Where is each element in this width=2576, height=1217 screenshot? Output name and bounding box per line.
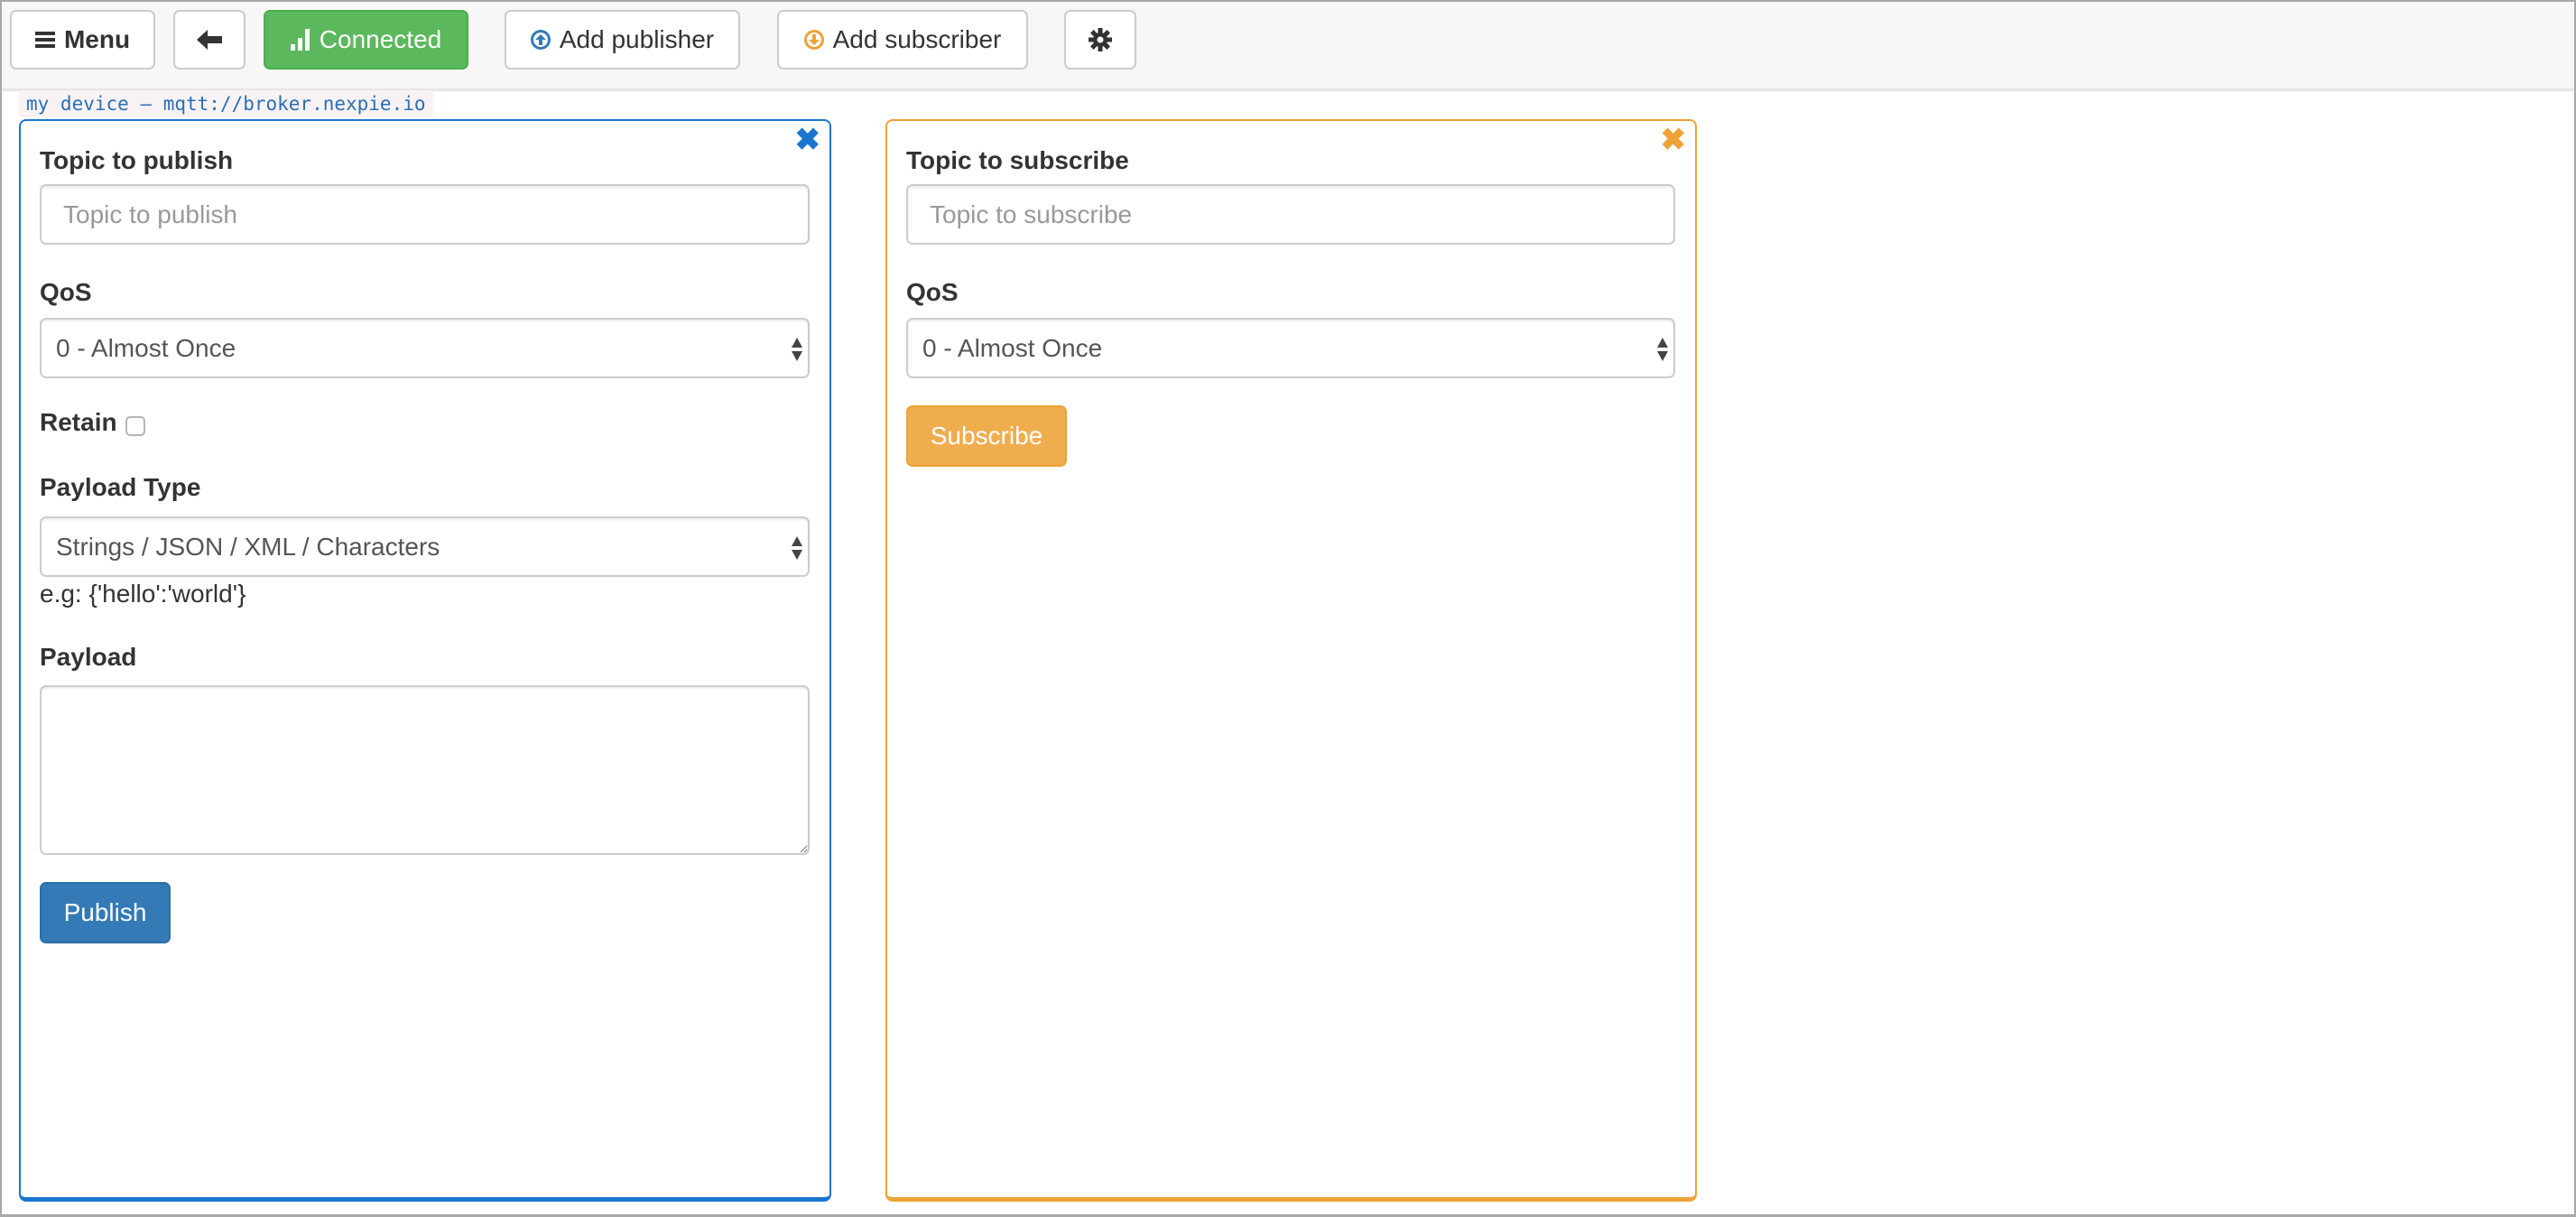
- publish-topic-input[interactable]: [40, 184, 810, 245]
- payload-label: Payload: [40, 643, 137, 671]
- subscribe-qos-label: QoS: [906, 278, 959, 306]
- circle-arrow-down-icon: [803, 30, 824, 50]
- publish-button[interactable]: Publish: [40, 882, 171, 943]
- select-arrows-icon: [792, 536, 802, 560]
- menu-button-label: Menu: [63, 25, 131, 53]
- publish-qos-select[interactable]: 0 - Almost Once: [40, 318, 810, 378]
- publish-qos-value: 0 - Almost Once: [56, 334, 236, 362]
- menu-button[interactable]: Menu: [10, 10, 155, 70]
- retain-label: Retain: [40, 408, 117, 436]
- subscribe-qos-value: 0 - Almost Once: [922, 334, 1103, 362]
- arrow-left-icon: [197, 30, 222, 50]
- back-button[interactable]: [173, 10, 246, 70]
- subscriber-panel: ✖ Topic to subscribe QoS 0 - Almost Once…: [885, 119, 1697, 1202]
- close-icon[interactable]: ✖: [1661, 125, 1687, 155]
- publish-qos-label: QoS: [40, 278, 92, 306]
- close-icon[interactable]: ✖: [795, 125, 821, 155]
- hamburger-icon: [34, 32, 55, 48]
- payload-hint: e.g: {'hello':'world'}: [40, 580, 246, 608]
- connection-status-button[interactable]: Connected: [264, 10, 468, 70]
- publisher-panel: ✖ Topic to publish QoS 0 - Almost Once R…: [19, 119, 831, 1202]
- toolbar: Menu Connected Add publisher Add subscri…: [2, 2, 2574, 91]
- gear-icon: [1089, 28, 1112, 51]
- payload-type-value: Strings / JSON / XML / Characters: [56, 533, 440, 561]
- subscribe-button[interactable]: Subscribe: [906, 405, 1067, 467]
- settings-button[interactable]: [1064, 10, 1136, 70]
- subscribe-qos-select[interactable]: 0 - Almost Once: [906, 318, 1675, 378]
- payload-textarea[interactable]: [40, 685, 810, 855]
- connection-label: my device – mqtt://broker.nexpie.io: [19, 90, 433, 117]
- topic-to-subscribe-label: Topic to subscribe: [906, 146, 1129, 174]
- signal-icon: [290, 29, 310, 51]
- add-subscriber-label: Add subscriber: [832, 25, 1002, 53]
- retain-checkbox[interactable]: [125, 416, 145, 436]
- add-publisher-button[interactable]: Add publisher: [505, 10, 740, 70]
- add-subscriber-button[interactable]: Add subscriber: [777, 10, 1028, 70]
- topic-to-publish-label: Topic to publish: [40, 146, 234, 174]
- payload-type-label: Payload Type: [40, 473, 201, 501]
- add-publisher-label: Add publisher: [559, 25, 715, 53]
- subscribe-topic-input[interactable]: [906, 184, 1675, 245]
- connection-status-label: Connected: [319, 25, 442, 53]
- select-arrows-icon: [792, 338, 802, 361]
- payload-type-select[interactable]: Strings / JSON / XML / Characters: [40, 516, 810, 577]
- select-arrows-icon: [1657, 338, 1668, 361]
- circle-arrow-up-icon: [530, 30, 551, 50]
